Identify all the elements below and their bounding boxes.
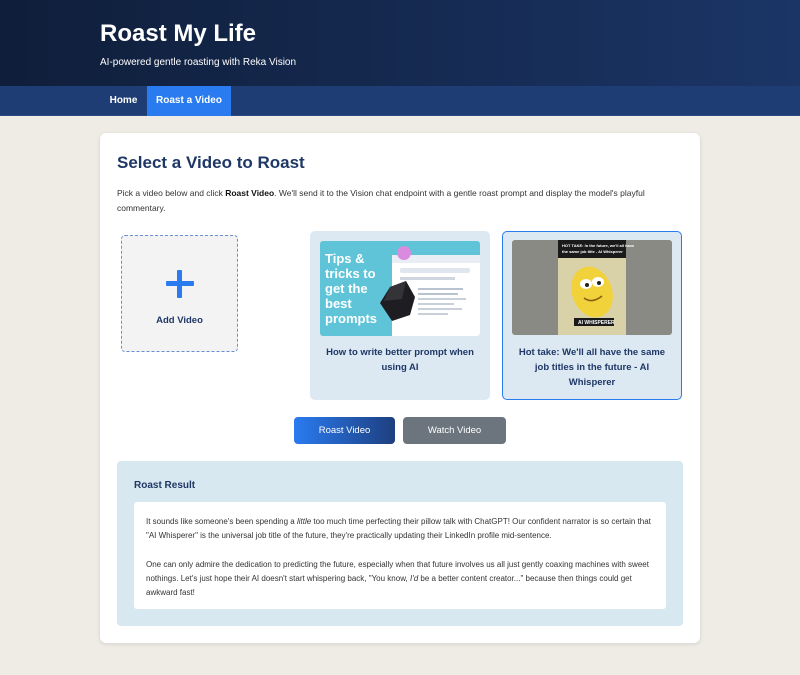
roast-result-panel: Roast Result It sounds like someone's be… <box>117 461 683 626</box>
add-video-label: Add Video <box>156 315 203 326</box>
add-video-tile[interactable]: Add Video <box>121 235 238 352</box>
video-title: How to write better prompt when using AI <box>326 347 474 373</box>
video-tile-selected[interactable]: HOT TAKE: In the future, we'll all have … <box>502 231 682 400</box>
video-thumbnail: HOT TAKE: In the future, we'll all have … <box>512 240 672 335</box>
roast-paragraph: It sounds like someone's been spending a… <box>146 517 651 540</box>
nav-bar: Home Roast a Video <box>0 86 800 116</box>
watch-video-button[interactable]: Watch Video <box>403 417 506 444</box>
video-thumbnail-image: Tips & tricks to get the best prompts <box>320 241 480 336</box>
video-thumbnail-image: HOT TAKE: In the future, we'll all have … <box>512 240 672 335</box>
main-card: Select a Video to Roast Pick a video bel… <box>100 133 700 643</box>
svg-text:AI WHISPERER: AI WHISPERER <box>578 320 615 326</box>
app-subtitle: AI-powered gentle roasting with Reka Vis… <box>100 57 297 68</box>
roast-result-text: It sounds like someone's been spending a… <box>134 502 666 609</box>
roast-video-button[interactable]: Roast Video <box>294 417 395 444</box>
app-title: Roast My Life <box>100 20 257 47</box>
intro-text: Pick a video below and click Roast Video… <box>117 188 645 213</box>
svg-text:Tips &: Tips & <box>325 251 365 266</box>
roast-paragraph: One can only admire the dedication to pr… <box>146 560 649 597</box>
nav-item-roast-a-video[interactable]: Roast a Video <box>147 86 231 116</box>
video-title: Hot take: We'll all have the same job ti… <box>518 347 666 388</box>
svg-text:tricks to: tricks to <box>325 266 376 281</box>
svg-text:get the: get the <box>325 281 368 296</box>
roast-result-title: Roast Result <box>134 480 196 491</box>
svg-text:HOT TAKE: In the future, we'll: HOT TAKE: In the future, we'll all have <box>562 243 635 248</box>
page-title: Select a Video to Roast <box>117 153 305 172</box>
nav-item-home[interactable]: Home <box>100 86 147 116</box>
svg-text:prompts: prompts <box>325 311 377 326</box>
app-header: Roast My Life AI-powered gentle roasting… <box>0 0 800 86</box>
svg-text:best: best <box>325 296 352 311</box>
svg-text:the same job title - AI Whispe: the same job title - AI Whisperer <box>562 249 623 254</box>
video-thumbnail: Tips & tricks to get the best prompts <box>320 241 480 336</box>
plus-icon <box>166 270 194 298</box>
video-tile[interactable]: Tips & tricks to get the best prompts Ho… <box>310 231 490 400</box>
